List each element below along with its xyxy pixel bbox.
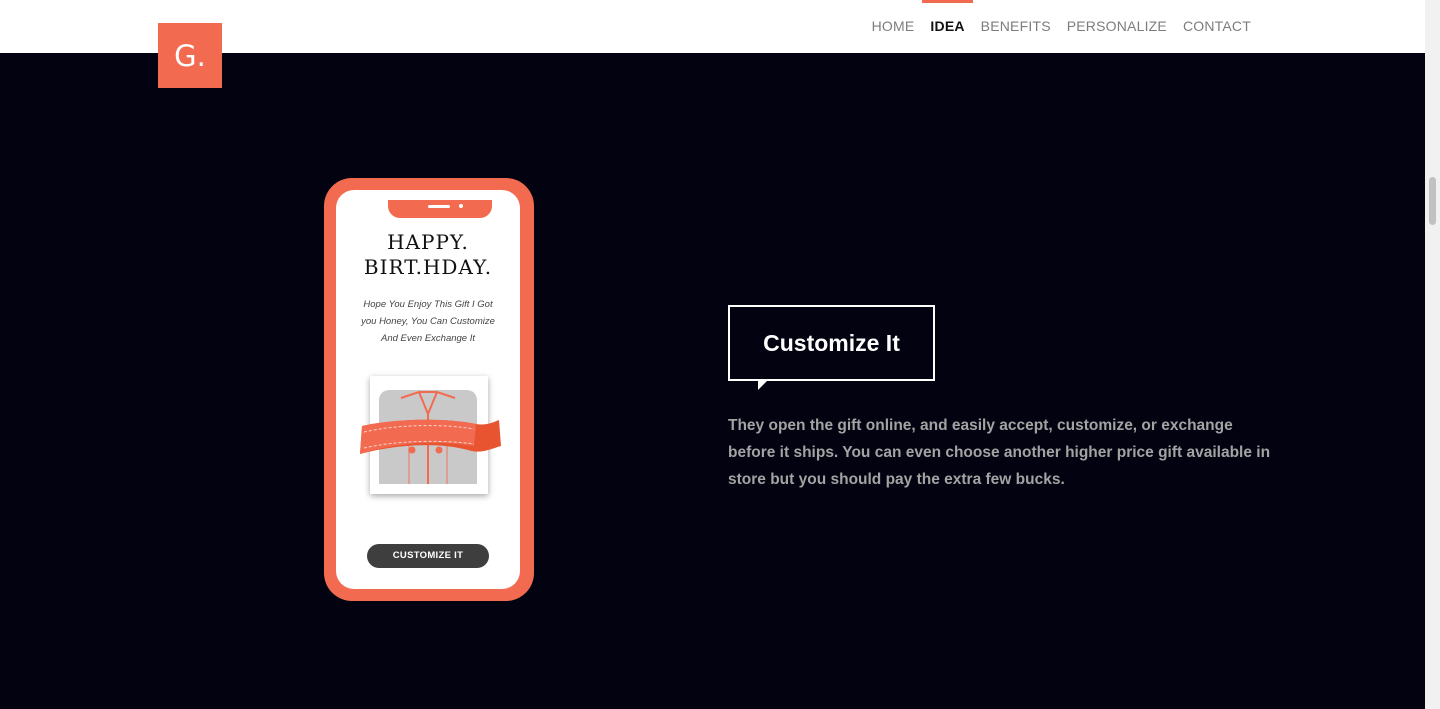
camera-icon: [459, 204, 463, 208]
card-title-line1: HAPPY.: [387, 230, 469, 254]
nav-home[interactable]: HOME: [872, 0, 915, 53]
page: HOME IDEA BENEFITS PERSONALIZE CONTACT G…: [0, 0, 1440, 709]
scrollbar[interactable]: [1425, 0, 1440, 709]
nav-idea[interactable]: IDEA: [922, 0, 973, 53]
section-heading-box: Customize It: [728, 305, 935, 381]
scrollbar-thumb[interactable]: [1429, 177, 1436, 225]
section-heading: Customize It: [763, 329, 900, 356]
idea-section: [0, 53, 1425, 709]
phone-screen: HAPPY. BIRT.HDAY. Hope You Enjoy This Gi…: [336, 190, 520, 589]
speech-tail: [758, 379, 769, 390]
card-message: Hope You Enjoy This Gift I Got you Honey…: [361, 299, 495, 344]
nav-contact[interactable]: CONTACT: [1183, 0, 1251, 53]
site-logo[interactable]: G.: [158, 23, 222, 88]
phone-mockup: HAPPY. BIRT.HDAY. Hope You Enjoy This Gi…: [324, 178, 534, 601]
section-description: They open the gift online, and easily ac…: [728, 417, 1271, 488]
phone-notch: [388, 200, 492, 218]
nav-personalize[interactable]: PERSONALIZE: [1067, 0, 1167, 53]
ribbon-icon: [360, 419, 501, 454]
nav-benefits[interactable]: BENEFITS: [981, 0, 1051, 53]
speaker-icon: [428, 205, 450, 208]
customize-button[interactable]: CUSTOMIZE IT: [367, 544, 489, 568]
main-nav: HOME IDEA BENEFITS PERSONALIZE CONTACT: [856, 0, 1251, 53]
card-title-line2: BIRT.HDAY.: [363, 255, 493, 279]
